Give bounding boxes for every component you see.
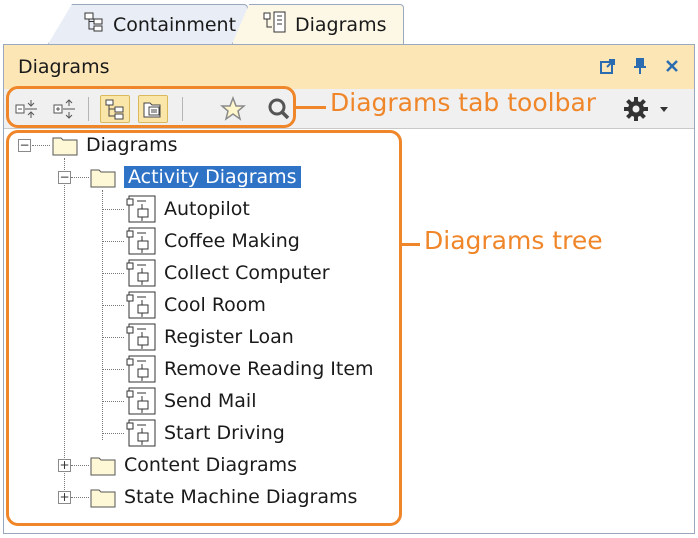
tab-diagrams[interactable]: Diagrams bbox=[232, 4, 404, 44]
toolbar-annotation-line bbox=[296, 106, 326, 109]
tab-containment-label: Containment bbox=[113, 13, 237, 36]
panel-titlebar: Diagrams bbox=[4, 45, 694, 89]
gear-icon bbox=[624, 97, 648, 121]
tab-containment[interactable]: Containment bbox=[48, 4, 248, 44]
chevron-down-icon bbox=[660, 107, 668, 112]
tree-annotation-label: Diagrams tree bbox=[424, 226, 603, 255]
tree-annotation-box bbox=[6, 130, 402, 526]
panel-title-buttons bbox=[598, 55, 682, 77]
diagrams-tab-icon bbox=[263, 10, 287, 39]
close-icon[interactable] bbox=[662, 55, 682, 77]
containment-tree-icon bbox=[83, 11, 105, 38]
panel-title: Diagrams bbox=[18, 56, 110, 78]
toolbar-annotation-box bbox=[6, 86, 296, 128]
options-menu-button[interactable] bbox=[622, 95, 670, 123]
tree-annotation-line bbox=[402, 243, 420, 246]
toolbar-annotation-label: Diagrams tab toolbar bbox=[330, 88, 597, 117]
float-window-icon[interactable] bbox=[598, 55, 618, 77]
pin-icon[interactable] bbox=[630, 55, 650, 77]
tab-diagrams-label: Diagrams bbox=[295, 13, 387, 36]
tab-strip: Containment Diagrams bbox=[0, 0, 698, 44]
